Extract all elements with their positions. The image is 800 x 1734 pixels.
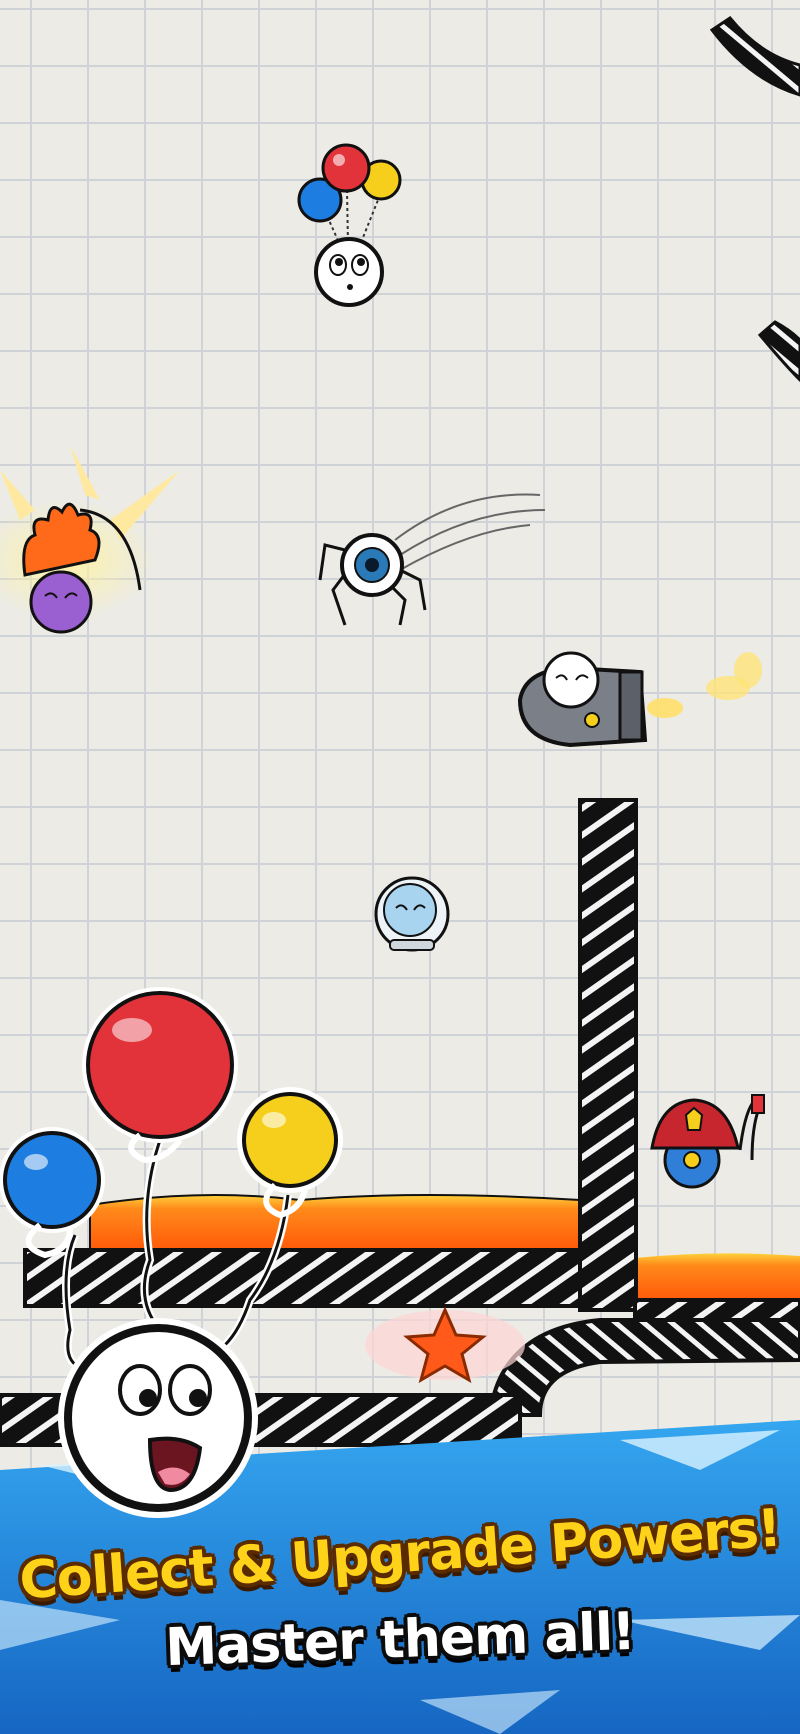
lava-pool-left (89, 1194, 581, 1251)
game-world (0, 15, 800, 1734)
hatched-curve-right (757, 320, 800, 383)
astronaut-character[interactable] (374, 876, 450, 952)
fire-hair-character[interactable] (0, 445, 180, 634)
star-pickup[interactable] (365, 1306, 525, 1384)
firefighter-character[interactable] (650, 1094, 765, 1189)
lava-pool-right (635, 1253, 800, 1300)
balloon-character[interactable] (297, 143, 402, 307)
game-scene: Collect & Upgrade Powers! Master them al… (0, 0, 800, 1734)
hatched-platform-left (23, 1248, 637, 1308)
rocket-character[interactable] (517, 651, 762, 748)
spider-eye-character[interactable] (318, 493, 546, 626)
hatched-ramp (487, 1318, 800, 1417)
hatched-curve-top-right (709, 15, 800, 97)
hatched-wall (578, 798, 638, 1312)
